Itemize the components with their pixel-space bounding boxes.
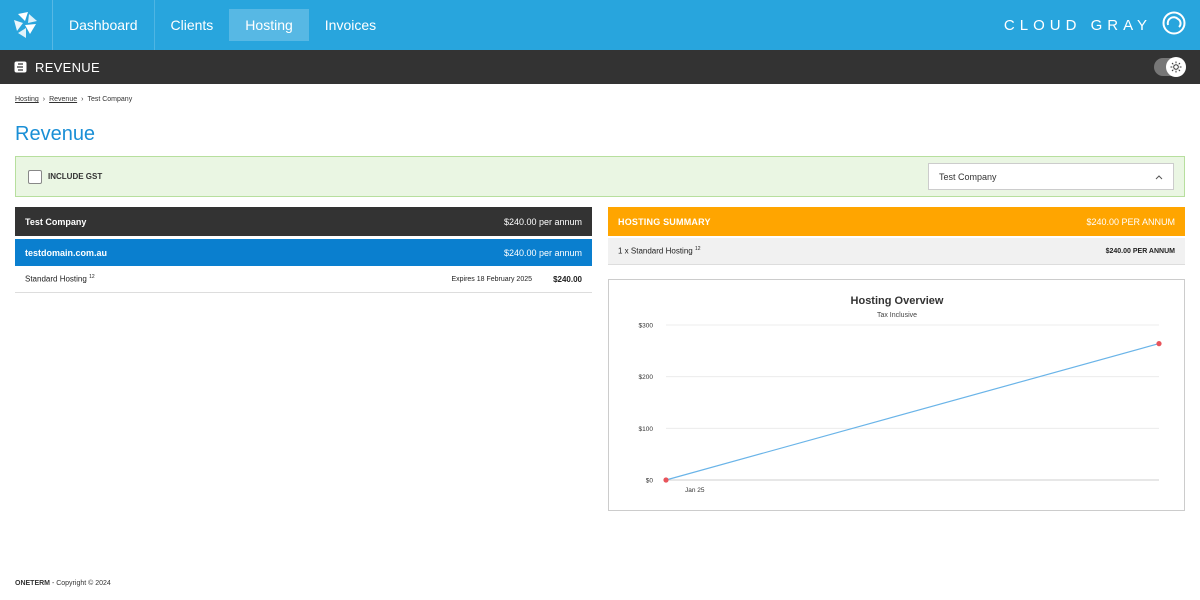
y-tick-label: $200	[639, 374, 654, 381]
page-title: Revenue	[15, 123, 96, 145]
company-select[interactable]: Test Company	[928, 163, 1174, 190]
filter-bar: INCLUDE GST Test Company	[15, 156, 1185, 197]
footer: ONETERM - Copyright © 2024	[15, 580, 111, 587]
include-gst-checkbox[interactable]	[28, 169, 42, 184]
domain-amount: $240.00 per annum	[503, 247, 582, 258]
summary-row: 1 x Standard Hosting 12 $240.00 PER ANNU…	[608, 238, 1185, 265]
logo-icon[interactable]	[0, 0, 52, 50]
x-tick-label: Jan 25	[685, 487, 705, 494]
data-point[interactable]	[1156, 341, 1162, 347]
company-select-value: Test Company	[939, 171, 997, 182]
series-line	[665, 343, 1160, 481]
top-nav: Dashboard Clients Hosting Invoices CLOUD…	[0, 0, 1200, 50]
item-expires: Expires 18 February 2025	[451, 275, 532, 283]
brand: CLOUD GRAY	[1004, 0, 1186, 50]
client-row[interactable]: Test Company $240.00 per annum	[15, 207, 592, 236]
section-title: REVENUE	[35, 59, 100, 75]
list-item[interactable]: Standard Hosting 12 Expires 18 February …	[15, 266, 592, 293]
footer-brand: ONETERM	[15, 580, 50, 587]
chevron-up-icon	[1155, 172, 1163, 182]
nav-hosting[interactable]: Hosting	[229, 9, 309, 41]
summary-title: HOSTING SUMMARY	[618, 216, 711, 227]
client-amount: $240.00 per annum	[503, 216, 582, 227]
y-tick-label: $0	[646, 478, 654, 485]
chevron-right-icon: ›	[81, 96, 84, 103]
client-name: Test Company	[25, 216, 87, 227]
cloud-gray-logo-icon	[1162, 11, 1186, 40]
theme-toggle[interactable]	[1154, 57, 1186, 77]
breadcrumb-hosting[interactable]: Hosting	[15, 96, 39, 103]
nav-clients[interactable]: Clients	[153, 0, 230, 50]
section-header: REVENUE	[0, 50, 1200, 84]
chart-svg: Hosting Overview Tax Inclusive $0 $100 $20…	[639, 295, 1162, 494]
breadcrumb-current: Test Company	[87, 96, 133, 103]
chart-subtitle: Tax Inclusive	[877, 312, 917, 319]
item-name: Standard Hosting 12	[25, 274, 95, 284]
revenue-icon	[14, 61, 27, 73]
include-gst-label: INCLUDE GST	[48, 172, 103, 181]
client-revenue-list: Test Company $240.00 per annum testdomai…	[15, 207, 592, 293]
nav-invoices[interactable]: Invoices	[309, 0, 392, 50]
summary-row-label: 1 x Standard Hosting 12	[618, 246, 701, 256]
hosting-overview-chart: Hosting Overview Tax Inclusive $0 $100 $20…	[608, 279, 1185, 511]
domain-row[interactable]: testdomain.com.au $240.00 per annum	[15, 239, 592, 266]
brand-name: CLOUD GRAY	[1003, 16, 1152, 34]
breadcrumb: Hosting › Revenue › Test Company	[15, 96, 132, 103]
nav-dashboard[interactable]: Dashboard	[52, 0, 154, 50]
summary-row-amount: $240.00 PER ANNUM	[1105, 247, 1175, 255]
summary-amount: $240.00 PER ANNUM	[1086, 216, 1175, 227]
data-point[interactable]	[663, 477, 669, 483]
domain-name: testdomain.com.au	[25, 247, 108, 258]
breadcrumb-revenue[interactable]: Revenue	[49, 96, 77, 103]
y-tick-label: $300	[639, 323, 654, 330]
item-amount: $240.00	[553, 274, 582, 284]
chevron-right-icon: ›	[42, 96, 46, 103]
hosting-summary: HOSTING SUMMARY $240.00 PER ANNUM 1 x St…	[608, 207, 1185, 265]
footer-copyright: - Copyright © 2024	[50, 580, 111, 587]
sun-icon	[1166, 57, 1186, 77]
summary-header: HOSTING SUMMARY $240.00 PER ANNUM	[608, 207, 1185, 236]
chart-title: Hosting Overview	[851, 295, 944, 307]
y-tick-label: $100	[639, 426, 654, 433]
